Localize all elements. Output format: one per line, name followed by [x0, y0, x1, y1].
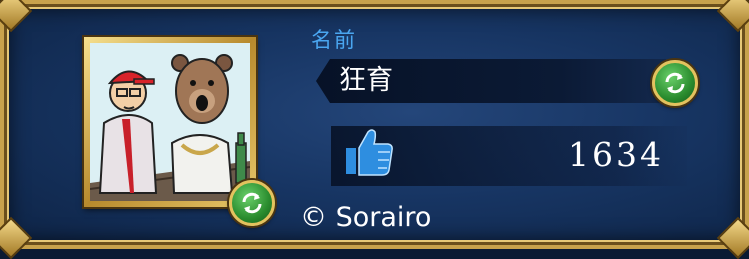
name-label: 名前 [311, 28, 357, 52]
frame-corner-ornament [0, 216, 33, 259]
copyright-text: © Sorairo [300, 202, 432, 233]
thumbs-up-icon [346, 129, 393, 176]
refresh-arrows-icon [242, 192, 262, 214]
likes-count: 1634 [568, 135, 664, 174]
avatar-illustration [90, 43, 250, 201]
refresh-arrows-icon [665, 72, 685, 94]
frame-corner-ornament [716, 0, 749, 33]
name-refresh-button[interactable] [652, 60, 698, 106]
frame-corner-ornament [716, 216, 749, 259]
frame-corner-ornament [0, 0, 33, 33]
player-name: 狂育 [339, 65, 393, 96]
avatar-frame[interactable] [84, 37, 256, 207]
profile-card: 名前 狂育 1634 © Sorairo [0, 0, 749, 259]
avatar-refresh-button[interactable] [229, 180, 275, 226]
avatar [90, 43, 250, 201]
